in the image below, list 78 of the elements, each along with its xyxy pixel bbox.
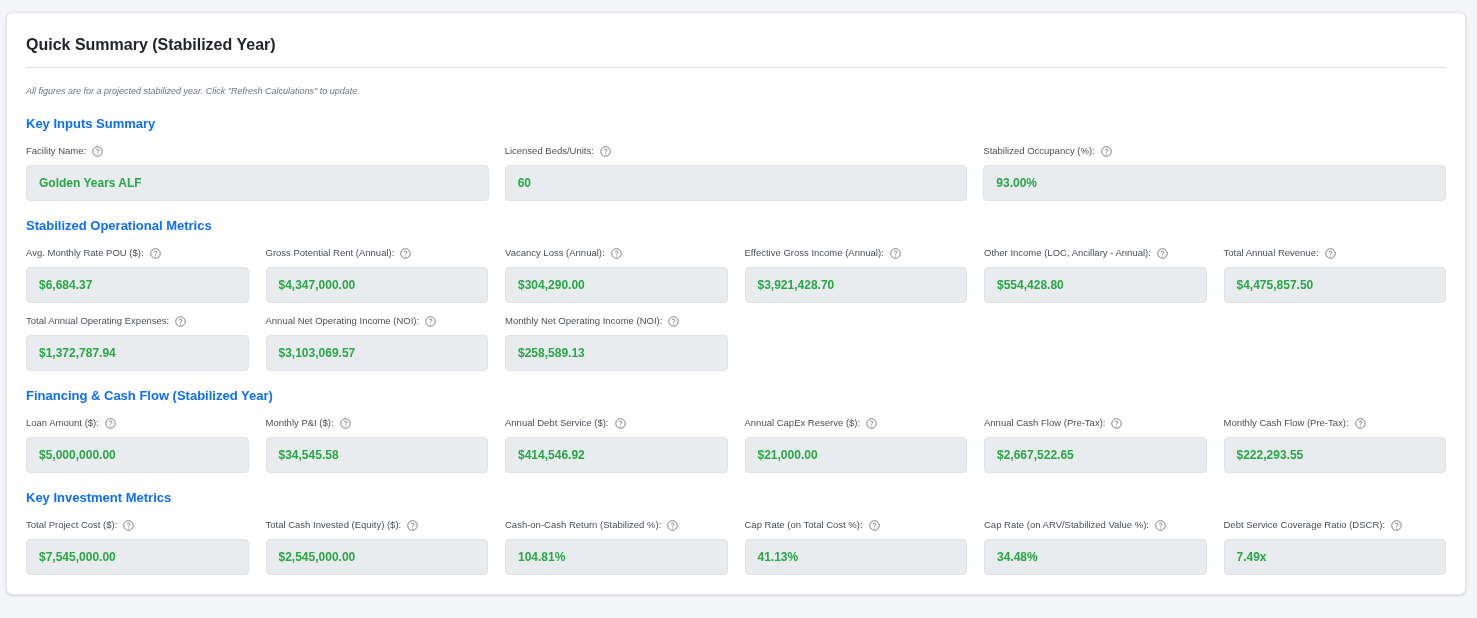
value-field: $414,546.92 <box>505 436 728 473</box>
note-text: All figures are for a projected stabilized year. Click "Refresh Calculations" to update. <box>26 85 361 98</box>
card-title: Quick Summary (Stabilized Year) <box>26 35 277 55</box>
field-label: Vacancy Loss (Annual): <box>505 246 605 261</box>
field-label: Loan Amount ($): <box>26 416 99 431</box>
value-field: $5,000,000.00 <box>26 436 249 473</box>
value-field: Golden Years ALF <box>26 164 489 201</box>
help-icon[interactable] <box>866 418 878 429</box>
help-icon[interactable] <box>149 248 161 259</box>
help-icon[interactable] <box>1354 418 1366 429</box>
field-label: Other Income (LOC, Ancillary - Annual): <box>984 246 1151 261</box>
section-heading: Key Inputs Summary <box>26 115 157 132</box>
field-label: Stabilized Occupancy (%): <box>983 144 1095 159</box>
help-icon[interactable] <box>1324 248 1336 259</box>
field-label: Avg. Monthly Rate POU ($): <box>26 246 144 261</box>
field-label: Monthly P&I ($): <box>265 416 334 431</box>
help-icon[interactable] <box>614 418 626 429</box>
help-icon[interactable] <box>123 520 135 531</box>
value-field: $2,545,000.00 <box>265 538 488 575</box>
help-icon[interactable] <box>889 248 901 259</box>
help-icon[interactable] <box>407 520 419 531</box>
help-icon[interactable] <box>868 520 880 531</box>
value-field: $21,000.00 <box>744 436 967 473</box>
help-icon[interactable] <box>104 418 116 429</box>
help-icon[interactable] <box>1100 146 1112 157</box>
field-label: Annual CapEx Reserve ($): <box>744 416 861 431</box>
help-icon[interactable] <box>175 316 187 327</box>
value-field: $2,667,522.65 <box>984 436 1207 473</box>
field-label: Monthly Net Operating Income (NOI): <box>505 314 663 329</box>
help-icon[interactable] <box>1111 418 1123 429</box>
field-label: Annual Net Operating Income (NOI): <box>265 314 420 329</box>
field-label: Monthly Cash Flow (Pre-Tax): <box>1223 416 1349 431</box>
field-label: Cap Rate (on ARV/Stabilized Value %): <box>984 518 1149 533</box>
value-field: $7,545,000.00 <box>26 538 249 575</box>
section-heading: Financing & Cash Flow (Stabilized Year) <box>26 387 274 404</box>
field-label: Debt Service Coverage Ratio (DSCR): <box>1223 518 1386 533</box>
value-field: $3,921,428.70 <box>744 266 967 303</box>
help-icon[interactable] <box>599 146 611 157</box>
value-field: $304,290.00 <box>505 266 728 303</box>
value-field: $3,103,069.57 <box>265 334 488 371</box>
help-icon[interactable] <box>92 146 104 157</box>
help-icon[interactable] <box>610 248 622 259</box>
field-label: Total Cash Invested (Equity) ($): <box>265 518 402 533</box>
value-field: $222,293.55 <box>1223 436 1446 473</box>
field-label: Total Annual Revenue: <box>1223 246 1319 261</box>
help-icon[interactable] <box>400 248 412 259</box>
value-field: $1,372,787.94 <box>26 334 249 371</box>
value-field: 93.00% <box>983 164 1446 201</box>
value-field: $4,347,000.00 <box>265 266 488 303</box>
field-label: Cap Rate (on Total Cost %): <box>744 518 863 533</box>
value-field: $34,545.58 <box>265 436 488 473</box>
help-icon[interactable] <box>1391 520 1403 531</box>
value-field: 60 <box>504 164 968 201</box>
field-label: Total Annual Operating Expenses: <box>26 314 170 329</box>
value-field: 41.13% <box>744 538 967 575</box>
value-field: 7.49x <box>1223 538 1446 575</box>
help-icon[interactable] <box>668 316 680 327</box>
field-label: Total Project Cost ($): <box>26 518 118 533</box>
value-field: 104.81% <box>505 538 728 575</box>
help-icon[interactable] <box>339 418 351 429</box>
help-icon[interactable] <box>1154 520 1166 531</box>
value-field: $258,589.13 <box>505 334 728 371</box>
field-label: Annual Cash Flow (Pre-Tax): <box>984 416 1106 431</box>
field-label: Facility Name: <box>26 144 87 159</box>
field-label: Gross Potential Rent (Annual): <box>265 246 395 261</box>
value-field: $554,428.80 <box>984 266 1207 303</box>
help-icon[interactable] <box>425 316 437 327</box>
value-field: 34.48% <box>984 538 1207 575</box>
field-label: Licensed Beds/Units: <box>504 144 594 159</box>
field-label: Cash-on-Cash Return (Stabilized %): <box>505 518 662 533</box>
value-field: $6,684.37 <box>26 266 249 303</box>
section-heading: Stabilized Operational Metrics <box>26 217 213 234</box>
section-heading: Key Investment Metrics <box>26 489 173 506</box>
help-icon[interactable] <box>1156 248 1168 259</box>
field-label: Effective Gross Income (Annual): <box>744 246 884 261</box>
value-field: $4,475,857.50 <box>1223 266 1446 303</box>
help-icon[interactable] <box>667 520 679 531</box>
field-label: Annual Debt Service ($): <box>505 416 609 431</box>
